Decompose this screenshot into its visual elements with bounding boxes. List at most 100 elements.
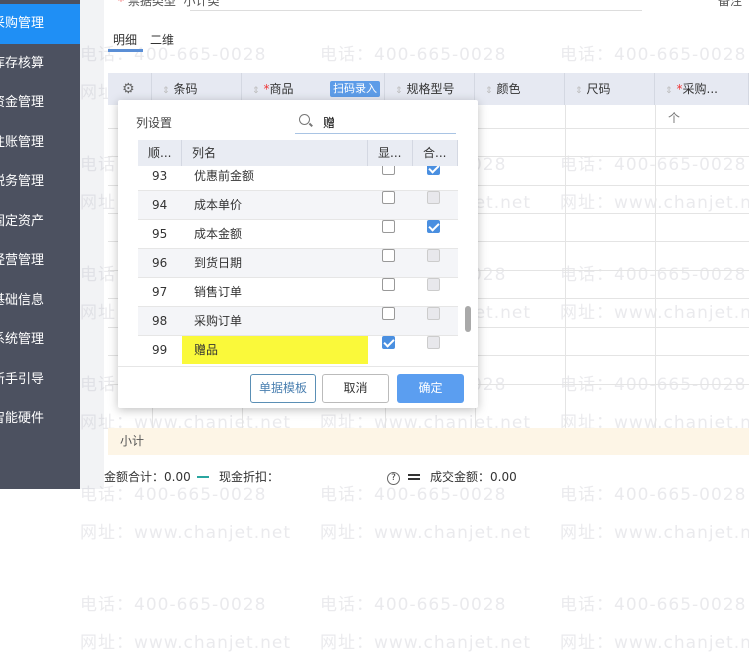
sum-checkbox xyxy=(427,249,440,262)
row-name: 销售订单 xyxy=(194,285,243,299)
watermark-site: 网址：www.chanjet.net xyxy=(560,523,749,543)
sidebar-item[interactable]: 系统管理 xyxy=(0,320,80,360)
row-order: 97 xyxy=(152,285,168,299)
sidebar-item[interactable]: 税务管理 xyxy=(0,162,80,202)
equals-icon xyxy=(408,474,420,480)
sort-icon[interactable]: ⇕ xyxy=(665,86,673,96)
row-order: 94 xyxy=(152,198,168,212)
show-checkbox[interactable] xyxy=(382,278,395,291)
bill-type-label: 票据类型 xyxy=(127,0,176,8)
show-checkbox[interactable] xyxy=(382,191,395,204)
gear-icon[interactable]: ⚙ xyxy=(122,81,135,97)
sidebar-item[interactable]: 智能硬件 xyxy=(0,399,80,439)
sum-checkbox xyxy=(427,336,440,349)
watermark-site: 网址：www.chanjet.net xyxy=(560,633,749,653)
show-checkbox[interactable] xyxy=(382,249,395,262)
row-name: 赠品 xyxy=(182,336,368,364)
deal-amount: 成交金额：0.00 xyxy=(430,470,517,484)
field-underline xyxy=(190,10,642,11)
row-order: 96 xyxy=(152,256,168,270)
sort-icon[interactable]: ⇕ xyxy=(575,86,583,96)
bill-type-value[interactable]: 小计类 xyxy=(183,0,219,8)
row-order: 99 xyxy=(152,343,168,357)
sum-checkbox xyxy=(427,278,440,291)
column-settings-popup: 列设置 93 优惠前金额 94 成本单价 95 成本金额 96 到货日期 97 … xyxy=(118,100,478,408)
search-icon xyxy=(299,114,310,125)
gutter xyxy=(80,0,104,489)
popup-title: 列设置 xyxy=(136,116,173,130)
watermark-phone: 电话：400-665-0028 xyxy=(560,485,747,505)
col-label: 商品 xyxy=(269,82,294,96)
subtotal-label: 小计 xyxy=(120,434,145,448)
grid-divider xyxy=(565,105,566,455)
grid-divider xyxy=(655,105,656,455)
header-name: 列名 xyxy=(182,140,368,166)
sort-icon[interactable]: ⇕ xyxy=(252,86,260,96)
show-checkbox[interactable] xyxy=(382,220,395,233)
watermark-phone: 电话：400-665-0028 xyxy=(320,45,507,65)
watermark-phone: 电话：400-665-0028 xyxy=(560,595,747,615)
sidebar-item[interactable]: 基础信息 xyxy=(0,281,80,321)
watermark-phone: 电话：400-665-0028 xyxy=(80,595,267,615)
row-order: 98 xyxy=(152,314,168,328)
active-tab-indicator xyxy=(108,49,143,52)
unit-cell[interactable]: 个 xyxy=(668,109,680,126)
column-search[interactable] xyxy=(295,112,456,134)
col-label: 条码 xyxy=(173,82,198,96)
sidebar-item[interactable]: 采购管理 xyxy=(0,4,80,44)
column-row: 94 成本单价 xyxy=(138,191,458,220)
col-label: 颜色 xyxy=(496,82,521,96)
col-color[interactable]: ⇕ 颜色 xyxy=(475,73,565,105)
cash-discount: 现金折扣： xyxy=(219,470,280,484)
ok-button[interactable]: 确定 xyxy=(397,374,464,403)
col-label: 规格型号 xyxy=(406,82,455,96)
column-row: 96 到货日期 xyxy=(138,249,458,278)
watermark-phone: 电话：400-665-0028 xyxy=(560,155,747,175)
column-list: 93 优惠前金额 94 成本单价 95 成本金额 96 到货日期 97 销售订单… xyxy=(138,140,458,364)
show-checkbox[interactable] xyxy=(382,307,395,320)
tab-2d[interactable]: 二维 xyxy=(150,31,174,48)
cancel-button[interactable]: 取消 xyxy=(322,374,389,403)
row-name: 到货日期 xyxy=(194,256,243,270)
template-button[interactable]: 单据模板 xyxy=(250,374,316,403)
sort-icon[interactable]: ⇕ xyxy=(395,86,403,96)
divider xyxy=(118,366,478,367)
row-name: 成本金额 xyxy=(194,227,243,241)
show-checkbox[interactable] xyxy=(382,336,395,349)
column-row: 97 销售订单 xyxy=(138,278,458,307)
sidebar-item[interactable]: 资金管理 xyxy=(0,83,80,123)
col-size[interactable]: ⇕ 尺码 xyxy=(565,73,655,105)
bill-type-field: * 票据类型 小计类 xyxy=(118,0,220,9)
sidebar-item[interactable]: 固定资产 xyxy=(0,202,80,242)
watermark-phone: 电话：400-665-0028 xyxy=(560,265,747,285)
scan-entry-button[interactable]: 扫码录入 xyxy=(330,81,380,97)
help-icon[interactable]: ? xyxy=(387,472,400,485)
row-name: 成本单价 xyxy=(194,198,243,212)
sidebar-item[interactable]: 库存核算 xyxy=(0,44,80,84)
tab-detail[interactable]: 明细 xyxy=(113,31,137,48)
scrollbar[interactable] xyxy=(465,306,471,332)
watermark-site: 网址：www.chanjet.net xyxy=(320,633,532,653)
sum-checkbox xyxy=(427,307,440,320)
header-order: 顺... xyxy=(138,140,182,166)
sidebar-item[interactable]: 往账管理 xyxy=(0,123,80,163)
sidebar: 采购管理库存核算资金管理往账管理税务管理固定资产经营管理基础信息系统管理新手引导… xyxy=(0,0,80,489)
col-purchase[interactable]: ⇕ *采购... xyxy=(655,73,749,105)
minus-icon xyxy=(197,476,209,478)
column-row: 93 优惠前金额 xyxy=(138,162,458,191)
col-label: 尺码 xyxy=(586,82,611,96)
sum-checkbox[interactable] xyxy=(427,220,440,233)
amount-total: 金额合计：0.00 xyxy=(104,470,191,484)
sort-icon[interactable]: ⇕ xyxy=(162,86,170,96)
column-search-input[interactable] xyxy=(323,112,453,132)
sidebar-item[interactable]: 经营管理 xyxy=(0,241,80,281)
col-label: 采购... xyxy=(682,82,718,96)
row-name: 优惠前金额 xyxy=(194,169,255,183)
column-row: 95 成本金额 xyxy=(138,220,458,249)
sort-icon[interactable]: ⇕ xyxy=(485,86,493,96)
watermark-site: 网址：www.chanjet.net xyxy=(80,633,292,653)
watermark-phone: 电话：400-665-0028 xyxy=(320,595,507,615)
column-row: 98 采购订单 xyxy=(138,307,458,336)
sidebar-item[interactable]: 新手引导 xyxy=(0,360,80,400)
watermark-site: 网址：www.chanjet.net xyxy=(320,523,532,543)
